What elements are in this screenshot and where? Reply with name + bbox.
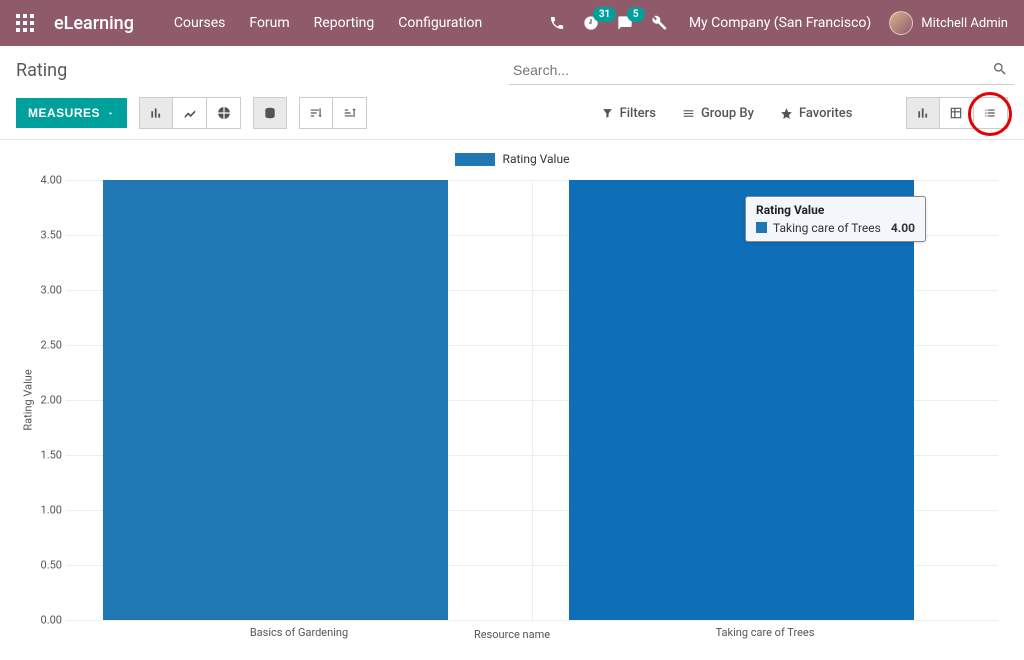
filter-icon — [601, 107, 614, 120]
activities-icon[interactable]: 31 — [583, 15, 599, 31]
measures-label: MEASURES — [28, 106, 100, 120]
user-menu[interactable]: Mitchell Admin — [889, 11, 1008, 35]
chart-legend: Rating Value — [16, 148, 1008, 180]
search-icon[interactable] — [992, 61, 1008, 81]
sort-desc-icon[interactable] — [299, 97, 333, 129]
systray: 31 5 My Company (San Francisco) Mitchell… — [549, 11, 1008, 35]
filter-menu: Filters Group By Favorites — [421, 106, 853, 121]
bar-chart-icon[interactable] — [139, 97, 173, 129]
chart-plot[interactable]: Rating Value 0.000.501.001.502.002.503.0… — [66, 180, 998, 620]
tooltip-value: 4.00 — [891, 221, 915, 235]
filters-button[interactable]: Filters — [601, 106, 656, 121]
messages-badge: 5 — [627, 7, 645, 22]
y-tick: 3.50 — [30, 228, 62, 241]
groupby-icon — [682, 107, 695, 120]
favorites-button[interactable]: Favorites — [780, 106, 852, 121]
measures-button[interactable]: MEASURES — [16, 98, 127, 128]
brand[interactable]: eLearning — [54, 13, 134, 34]
groupby-label: Group By — [701, 106, 754, 121]
y-tick: 2.50 — [30, 338, 62, 351]
tooltip-title: Rating Value — [756, 203, 915, 217]
groupby-button[interactable]: Group By — [682, 106, 754, 121]
apps-icon[interactable] — [16, 14, 34, 32]
y-tick: 0.00 — [30, 613, 62, 626]
chart-bar[interactable] — [103, 180, 448, 620]
y-tick: 1.00 — [30, 503, 62, 516]
phone-icon[interactable] — [549, 15, 565, 31]
legend-label: Rating Value — [503, 152, 570, 166]
y-tick: 2.00 — [30, 393, 62, 406]
stack-group — [253, 97, 287, 129]
tooltip-label: Taking care of Trees — [773, 221, 881, 235]
controlbar: MEASURES Filters Group By Favorites — [0, 87, 1024, 140]
sort-group — [299, 97, 367, 129]
topbar: eLearning Courses Forum Reporting Config… — [0, 0, 1024, 46]
chart-tooltip: Rating Value Taking care of Trees 4.00 — [745, 196, 926, 242]
tools-icon[interactable] — [651, 15, 667, 31]
messages-icon[interactable]: 5 — [617, 15, 633, 31]
star-icon — [780, 107, 793, 120]
list-view-icon[interactable] — [974, 97, 1008, 129]
company-switcher[interactable]: My Company (San Francisco) — [689, 15, 871, 31]
nav-courses[interactable]: Courses — [174, 15, 225, 31]
y-tick: 1.50 — [30, 448, 62, 461]
tooltip-swatch — [756, 222, 767, 233]
pivot-view-icon[interactable] — [940, 97, 974, 129]
activities-badge: 31 — [593, 7, 616, 22]
line-chart-icon[interactable] — [173, 97, 207, 129]
y-tick: 4.00 — [30, 173, 62, 186]
view-switch — [906, 97, 1008, 129]
chart-bar[interactable] — [569, 180, 914, 620]
nav-menu: Courses Forum Reporting Configuration — [174, 15, 482, 31]
chart-type-group — [139, 97, 241, 129]
pie-chart-icon[interactable] — [207, 97, 241, 129]
nav-configuration[interactable]: Configuration — [398, 15, 482, 31]
x-tick-label: Taking care of Trees — [532, 620, 998, 639]
legend-swatch — [455, 153, 495, 166]
page-title: Rating — [16, 60, 67, 81]
chart-bars: Basics of GardeningTaking care of Trees — [66, 180, 998, 620]
sort-asc-icon[interactable] — [333, 97, 367, 129]
graph-view-icon[interactable] — [906, 97, 940, 129]
chart-area: Rating Value Rating Value 0.000.501.001.… — [0, 140, 1024, 660]
nav-forum[interactable]: Forum — [249, 15, 289, 31]
y-tick: 0.50 — [30, 558, 62, 571]
user-name: Mitchell Admin — [921, 16, 1008, 31]
favorites-label: Favorites — [799, 106, 852, 121]
stacked-icon[interactable] — [253, 97, 287, 129]
avatar — [889, 11, 913, 35]
x-tick-label: Basics of Gardening — [66, 620, 532, 639]
subheader: Rating — [0, 46, 1024, 87]
y-tick: 3.00 — [30, 283, 62, 296]
nav-reporting[interactable]: Reporting — [314, 15, 375, 31]
filters-label: Filters — [620, 106, 656, 121]
search-input[interactable] — [509, 56, 1014, 85]
